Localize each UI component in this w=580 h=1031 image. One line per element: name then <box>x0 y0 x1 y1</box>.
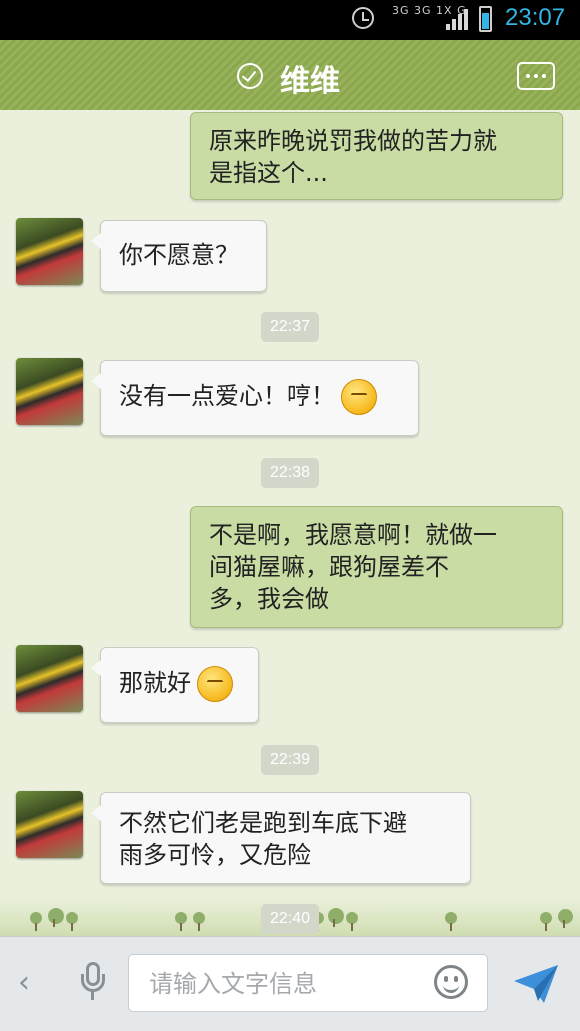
message-text-line: 没有一点爱心！哼！ <box>119 382 335 410</box>
smirk-emoji-icon <box>341 379 377 415</box>
message-input-field[interactable] <box>128 954 488 1012</box>
message-text-line: 那就好 <box>119 669 191 697</box>
signal-icon <box>446 8 470 30</box>
message-text-line: 不然它们老是跑到车底下避 <box>119 809 407 837</box>
message-bubble-incoming[interactable]: 那就好 <box>91 647 259 723</box>
send-icon[interactable] <box>512 963 560 1005</box>
timestamp-badge: 22:37 <box>261 312 319 342</box>
message-text-line: 间猫屋嘛，跟狗屋差不 <box>209 553 449 581</box>
timestamp-badge: 22:39 <box>261 745 319 775</box>
chat-header: 维维 <box>0 40 580 116</box>
tree-icon <box>540 912 552 931</box>
message-list[interactable]: 原来昨晚说罚我做的苦力就 是指这个... 你不愿意？ 22:37 没有一点爱心！… <box>0 110 580 936</box>
timestamp-badge: 22:38 <box>261 458 319 488</box>
tree-icon <box>445 912 457 931</box>
tree-icon <box>193 912 205 931</box>
message-text-line: 不是啊，我愿意啊！就做一 <box>209 521 497 549</box>
contact-avatar[interactable] <box>16 358 83 425</box>
status-time: 23:07 <box>505 4 566 31</box>
tree-icon <box>48 908 64 927</box>
more-menu-button[interactable] <box>517 62 555 90</box>
contact-avatar[interactable] <box>16 645 83 712</box>
message-text-line: 雨多可怜，又危险 <box>119 841 311 869</box>
message-text-line: 是指这个... <box>209 159 328 187</box>
tree-icon <box>346 912 358 931</box>
message-input-bar: ‹ <box>0 936 580 1031</box>
message-bubble-incoming[interactable]: 不然它们老是跑到车底下避 雨多可怜，又危险 <box>91 792 471 884</box>
message-text-line: 你不愿意？ <box>119 241 239 269</box>
chevron-left-icon[interactable]: ‹ <box>18 965 30 1000</box>
microphone-icon[interactable] <box>80 962 106 1004</box>
message-input[interactable] <box>147 965 411 1003</box>
message-text-line: 原来昨晚说罚我做的苦力就 <box>209 127 497 155</box>
battery-icon <box>479 6 492 32</box>
smiley-icon[interactable] <box>434 965 468 999</box>
content-emoji-icon <box>197 666 233 702</box>
message-bubble-incoming[interactable]: 你不愿意？ <box>91 220 267 292</box>
tree-icon <box>66 912 78 931</box>
message-text-line: 多，我会做 <box>209 585 329 613</box>
message-bubble-outgoing[interactable]: 不是啊，我愿意啊！就做一 间猫屋嘛，跟狗屋差不 多，我会做 <box>190 506 563 628</box>
tree-icon <box>328 908 344 927</box>
status-bar: 3G 3G 1X G 23:07 <box>0 0 580 40</box>
contact-name: 维维 <box>280 64 340 99</box>
alarm-icon <box>352 7 374 29</box>
check-circle-icon <box>237 63 263 89</box>
message-bubble-incoming[interactable]: 没有一点爱心！哼！ <box>91 360 419 436</box>
timestamp-badge: 22:40 <box>261 904 319 934</box>
tree-icon <box>30 912 42 931</box>
contact-avatar[interactable] <box>16 791 83 858</box>
tree-icon <box>558 909 573 928</box>
message-bubble-outgoing[interactable]: 原来昨晚说罚我做的苦力就 是指这个... <box>190 112 563 200</box>
contact-avatar[interactable] <box>16 218 83 285</box>
tree-icon <box>175 912 187 931</box>
